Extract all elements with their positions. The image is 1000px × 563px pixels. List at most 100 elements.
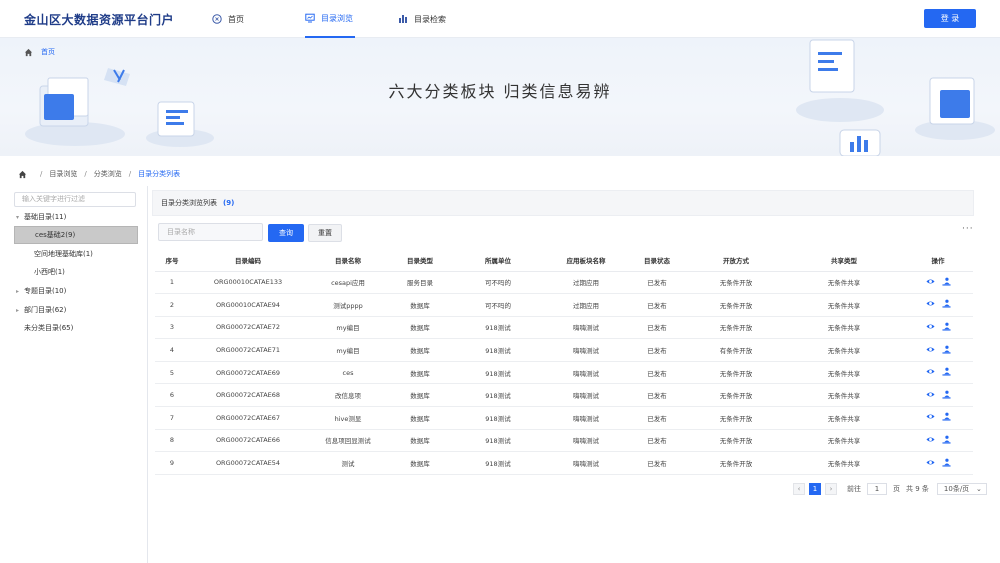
apply-user-icon[interactable] [941, 412, 951, 421]
open-mode-cell: 无条件开放 [687, 429, 785, 453]
open-mode-cell: 无条件开放 [687, 361, 785, 385]
row-index-cell: 6 [155, 383, 189, 408]
catalog-code-cell: ORG00010CATAE133 [189, 271, 307, 295]
actions-cell [903, 338, 973, 362]
apply-user-icon[interactable] [941, 435, 951, 444]
share-type-cell: 无条件共享 [785, 338, 903, 362]
catalog-code-cell: ORG00072CATAE66 [189, 429, 307, 453]
share-type-cell: 无条件共享 [785, 293, 903, 317]
query-button[interactable]: 查询 [268, 224, 304, 242]
panel-title: 目录分类浏览列表 [161, 199, 217, 207]
eye-icon[interactable] [925, 412, 935, 421]
page-number-current[interactable]: 1 [809, 483, 821, 495]
catalog-name-cell: 测试pppp [307, 293, 389, 317]
catalog-status-cell: 已发布 [627, 293, 687, 317]
open-mode-cell: 无条件开放 [687, 271, 785, 295]
breadcrumb: / 目录浏览 / 分类浏览 / 目录分类列表 [18, 169, 180, 179]
caret-right-icon[interactable]: ▸ [16, 288, 24, 295]
caret-right-icon[interactable]: ▸ [16, 307, 24, 314]
caret-down-icon[interactable]: ▾ [16, 214, 24, 221]
breadcrumb-item[interactable]: 分类浏览 [94, 169, 122, 179]
banner-illustration-left [25, 68, 214, 147]
table-row[interactable]: 4 ORG00072CATAE71 my编目 数据库 918测试 嗨嗨测试 已发布 有条件开放… [155, 338, 973, 362]
catalog-name-cell: my编目 [307, 316, 389, 340]
catalog-name-search-input[interactable]: 目录名称 [158, 223, 263, 241]
tree-node-uncategorized[interactable]: 未分类目录(65) [24, 319, 73, 337]
row-index-cell: 2 [155, 293, 189, 317]
eye-icon[interactable] [925, 458, 935, 467]
table-row[interactable]: 1 ORG00010CATAE133 cesapi应用 服务目录 可不吗的 过期应用 已发布… [155, 271, 973, 295]
catalog-name-cell: 测试 [307, 451, 389, 475]
apply-user-icon[interactable] [941, 277, 951, 286]
catalog-code-cell: ORG00072CATAE69 [189, 361, 307, 385]
login-button[interactable]: 登 录 [924, 9, 976, 28]
tree-node-department[interactable]: ▸ 部门目录(62) [16, 301, 66, 319]
app-section-cell: 嗨嗨测试 [545, 451, 627, 475]
banner-illustration-right [796, 39, 995, 156]
catalog-type-cell: 数据库 [389, 429, 451, 453]
nav-catalog-search[interactable]: 目录检索 [398, 0, 446, 38]
tree-node-topic[interactable]: ▸ 专题目录(10) [16, 282, 66, 300]
home-icon[interactable] [18, 170, 27, 179]
app-section-cell: 嗨嗨测试 [545, 338, 627, 362]
page-size-select[interactable]: 10条/页 ⌄ [936, 483, 987, 495]
tree-node-basic[interactable]: ▾ 基础目录(11) [16, 208, 66, 226]
eye-icon[interactable] [925, 277, 935, 286]
catalog-code-cell: ORG00072CATAE71 [189, 338, 307, 362]
column-header: 目录名称 [307, 250, 389, 272]
table-row[interactable]: 3 ORG00072CATAE72 my编目 数据库 918测试 嗨嗨测试 已发布 无条件开放… [155, 316, 973, 340]
goto-page-input[interactable]: 1 [867, 483, 887, 495]
result-count: (9) [223, 199, 235, 207]
catalog-status-cell: 已发布 [627, 383, 687, 408]
nav-catalog-browse[interactable]: 目录浏览 [305, 0, 355, 38]
catalog-type-cell: 服务目录 [389, 271, 451, 295]
row-index-cell: 7 [155, 406, 189, 430]
share-type-cell: 无条件共享 [785, 271, 903, 295]
eye-icon[interactable] [925, 299, 935, 308]
share-type-cell: 无条件共享 [785, 429, 903, 453]
row-index-cell: 1 [155, 271, 189, 295]
table-row[interactable]: 2 ORG00010CATAE94 测试pppp 数据库 可不吗的 过期应用 已发布 无条件开… [155, 293, 973, 317]
page-unit-label: 页 [893, 485, 900, 493]
apply-user-icon[interactable] [941, 367, 951, 376]
apply-user-icon[interactable] [941, 322, 951, 331]
tree-node-ces-basic2[interactable]: ces基础2(9) [14, 226, 138, 244]
apply-user-icon[interactable] [941, 390, 951, 399]
chevron-down-icon: ⌄ [976, 485, 982, 493]
table-row[interactable]: 9 ORG00072CATAE54 测试 数据库 918测试 嗨嗨测试 已发布 无条件开放 无条… [155, 451, 973, 475]
next-page-button[interactable]: › [825, 483, 837, 495]
apply-user-icon[interactable] [941, 345, 951, 354]
breadcrumb-item[interactable]: 目录浏览 [49, 169, 77, 179]
more-options-icon[interactable]: ··· [962, 224, 974, 234]
tree-node-label: ces基础2(9) [35, 231, 76, 239]
brand-title[interactable]: 金山区大数据资源平台门户 [24, 11, 174, 28]
table-row[interactable]: 6 ORG00072CATAE68 改信息项 数据库 918测试 嗨嗨测试 已发布 无条件开放… [155, 383, 973, 408]
eye-icon[interactable] [925, 435, 935, 444]
eye-icon[interactable] [925, 367, 935, 376]
eye-icon[interactable] [925, 390, 935, 399]
top-navbar: 金山区大数据资源平台门户 首页 目录浏览 目录检索 登 录 [0, 0, 1000, 38]
apply-user-icon[interactable] [941, 458, 951, 467]
apply-user-icon[interactable] [941, 299, 951, 308]
tree-node-label: 部门目录(62) [24, 306, 67, 314]
tree-node-xiaoxiba[interactable]: 小西吧(1) [34, 263, 65, 281]
goto-label: 前往 [847, 485, 861, 493]
reset-button[interactable]: 重置 [308, 224, 342, 242]
prev-page-button[interactable]: ‹ [793, 483, 805, 495]
owner-unit-cell: 918测试 [451, 338, 545, 362]
tree-node-label: 未分类目录(65) [24, 324, 74, 332]
breadcrumb-separator: / [84, 170, 87, 178]
table-row[interactable]: 8 ORG00072CATAE66 信息项回显测试 数据库 918测试 嗨嗨测试 已发布 无条… [155, 429, 973, 453]
owner-unit-cell: 918测试 [451, 429, 545, 453]
table-row[interactable]: 5 ORG00072CATAE69 ces 数据库 918测试 嗨嗨测试 已发布 无条件开放无… [155, 361, 973, 385]
nav-home[interactable]: 首页 [212, 0, 244, 38]
table-row[interactable]: 7 ORG00072CATAE67 hive测显 数据库 918测试 嗨嗨测试 已发布 无条件… [155, 406, 973, 430]
eye-icon[interactable] [925, 345, 935, 354]
tree-node-spatial-geo[interactable]: 空间地理基础库(1) [34, 245, 93, 263]
open-mode-cell: 无条件开放 [687, 293, 785, 317]
catalog-code-cell: ORG00072CATAE68 [189, 383, 307, 408]
eye-icon[interactable] [925, 322, 935, 331]
tree-node-label: 专题目录(10) [24, 287, 67, 295]
tree-filter-input[interactable]: 输入关键字进行过滤 [14, 192, 136, 207]
share-type-cell: 无条件共享 [785, 361, 903, 385]
